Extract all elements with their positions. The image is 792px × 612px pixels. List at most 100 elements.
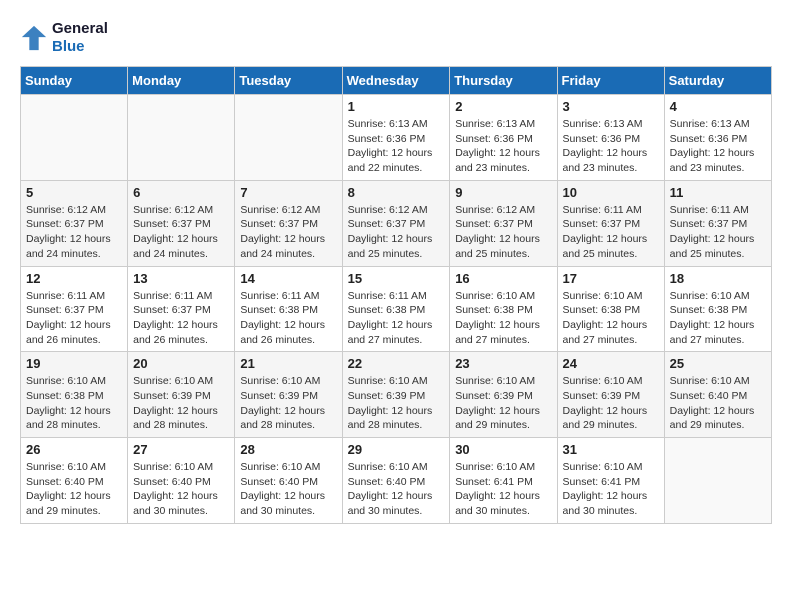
day-number: 28 [240, 442, 336, 457]
day-info: Sunrise: 6:11 AM Sunset: 6:38 PM Dayligh… [240, 289, 336, 348]
calendar-cell [21, 95, 128, 181]
day-info: Sunrise: 6:10 AM Sunset: 6:39 PM Dayligh… [133, 374, 229, 433]
day-number: 14 [240, 271, 336, 286]
day-number: 19 [26, 356, 122, 371]
weekday-header: Thursday [450, 67, 557, 95]
calendar-cell: 3Sunrise: 6:13 AM Sunset: 6:36 PM Daylig… [557, 95, 664, 181]
calendar-cell: 23 Sunrise: 6:10 AM Sunset: 6:39 PM Dayli… [450, 352, 557, 438]
day-info: Sunrise: 6:12 AM Sunset: 6:37 PM Dayligh… [26, 203, 122, 262]
day-info: Sunrise: 6:10 AM Sunset: 6:39 PM Dayligh… [455, 374, 551, 433]
day-info: Sunrise: 6:10 AM Sunset: 6:40 PM Dayligh… [670, 374, 766, 433]
calendar-cell: 26Sunrise: 6:10 AM Sunset: 6:40 PM Dayli… [21, 438, 128, 524]
calendar-cell: 30 Sunrise: 6:10 AM Sunset: 6:41 PM Dayli… [450, 438, 557, 524]
day-info: Sunrise: 6:10 AM Sunset: 6:40 PM Dayligh… [240, 460, 336, 519]
day-number: 11 [670, 185, 766, 200]
day-info: Sunrise: 6:10 AM Sunset: 6:38 PM Dayligh… [670, 289, 766, 348]
day-number: 25 [670, 356, 766, 371]
page-header: General Blue [20, 20, 772, 56]
day-number: 10 [563, 185, 659, 200]
day-info: Sunrise: 6:10 AM Sunset: 6:41 PM Dayligh… [455, 460, 551, 519]
day-number: 27 [133, 442, 229, 457]
day-info: Sunrise: 6:11 AM Sunset: 6:38 PM Dayligh… [348, 289, 445, 348]
day-number: 13 [133, 271, 229, 286]
calendar-cell: 17 Sunrise: 6:10 AM Sunset: 6:38 PM Dayli… [557, 266, 664, 352]
calendar-cell: 15Sunrise: 6:11 AM Sunset: 6:38 PM Dayli… [342, 266, 450, 352]
logo: General Blue [20, 20, 108, 56]
calendar-cell: 21Sunrise: 6:10 AM Sunset: 6:39 PM Dayli… [235, 352, 342, 438]
day-info: Sunrise: 6:12 AM Sunset: 6:37 PM Dayligh… [348, 203, 445, 262]
calendar-cell: 24 Sunrise: 6:10 AM Sunset: 6:39 PM Dayli… [557, 352, 664, 438]
day-info: Sunrise: 6:11 AM Sunset: 6:37 PM Dayligh… [26, 289, 122, 348]
day-number: 23 [455, 356, 551, 371]
day-number: 4 [670, 99, 766, 114]
day-number: 7 [240, 185, 336, 200]
day-info: Sunrise: 6:10 AM Sunset: 6:40 PM Dayligh… [26, 460, 122, 519]
day-info: Sunrise: 6:12 AM Sunset: 6:37 PM Dayligh… [133, 203, 229, 262]
weekday-header: Friday [557, 67, 664, 95]
day-info: Sunrise: 6:10 AM Sunset: 6:39 PM Dayligh… [563, 374, 659, 433]
calendar-cell: 25 Sunrise: 6:10 AM Sunset: 6:40 PM Dayli… [664, 352, 771, 438]
calendar-cell: 10 Sunrise: 6:11 AM Sunset: 6:37 PM Dayli… [557, 180, 664, 266]
day-number: 17 [563, 271, 659, 286]
calendar-cell: 13Sunrise: 6:11 AM Sunset: 6:37 PM Dayli… [128, 266, 235, 352]
day-info: Sunrise: 6:11 AM Sunset: 6:37 PM Dayligh… [670, 203, 766, 262]
day-number: 1 [348, 99, 445, 114]
day-number: 6 [133, 185, 229, 200]
day-number: 29 [348, 442, 445, 457]
day-info: Sunrise: 6:10 AM Sunset: 6:38 PM Dayligh… [563, 289, 659, 348]
calendar-cell [664, 438, 771, 524]
calendar-cell: 29 Sunrise: 6:10 AM Sunset: 6:40 PM Dayli… [342, 438, 450, 524]
calendar-cell: 31 Sunrise: 6:10 AM Sunset: 6:41 PM Dayli… [557, 438, 664, 524]
calendar-cell: 20 Sunrise: 6:10 AM Sunset: 6:39 PM Dayli… [128, 352, 235, 438]
calendar-cell: 8Sunrise: 6:12 AM Sunset: 6:37 PM Daylig… [342, 180, 450, 266]
day-info: Sunrise: 6:10 AM Sunset: 6:41 PM Dayligh… [563, 460, 659, 519]
day-number: 24 [563, 356, 659, 371]
day-number: 2 [455, 99, 551, 114]
calendar-cell: 18 Sunrise: 6:10 AM Sunset: 6:38 PM Dayli… [664, 266, 771, 352]
day-info: Sunrise: 6:10 AM Sunset: 6:40 PM Dayligh… [348, 460, 445, 519]
calendar-cell: 6 Sunrise: 6:12 AM Sunset: 6:37 PM Daylig… [128, 180, 235, 266]
calendar-cell [128, 95, 235, 181]
logo-line1: General [52, 20, 108, 38]
day-number: 20 [133, 356, 229, 371]
day-info: Sunrise: 6:10 AM Sunset: 6:38 PM Dayligh… [455, 289, 551, 348]
day-number: 31 [563, 442, 659, 457]
day-info: Sunrise: 6:11 AM Sunset: 6:37 PM Dayligh… [563, 203, 659, 262]
calendar-cell: 11 Sunrise: 6:11 AM Sunset: 6:37 PM Dayli… [664, 180, 771, 266]
day-info: Sunrise: 6:13 AM Sunset: 6:36 PM Dayligh… [563, 117, 659, 176]
calendar-week-row: 12 Sunrise: 6:11 AM Sunset: 6:37 PM Dayli… [21, 266, 772, 352]
day-number: 9 [455, 185, 551, 200]
day-info: Sunrise: 6:13 AM Sunset: 6:36 PM Dayligh… [670, 117, 766, 176]
calendar-week-row: 1 Sunrise: 6:13 AM Sunset: 6:36 PM Daylig… [21, 95, 772, 181]
day-number: 18 [670, 271, 766, 286]
day-info: Sunrise: 6:10 AM Sunset: 6:39 PM Dayligh… [348, 374, 445, 433]
calendar-header-row: SundayMondayTuesdayWednesdayThursdayFrid… [21, 67, 772, 95]
calendar-cell: 22Sunrise: 6:10 AM Sunset: 6:39 PM Dayli… [342, 352, 450, 438]
day-info: Sunrise: 6:13 AM Sunset: 6:36 PM Dayligh… [348, 117, 445, 176]
calendar-cell: 14 Sunrise: 6:11 AM Sunset: 6:38 PM Dayli… [235, 266, 342, 352]
weekday-header: Sunday [21, 67, 128, 95]
weekday-header: Tuesday [235, 67, 342, 95]
calendar-cell: 9Sunrise: 6:12 AM Sunset: 6:37 PM Daylig… [450, 180, 557, 266]
calendar-cell [235, 95, 342, 181]
calendar-week-row: 19 Sunrise: 6:10 AM Sunset: 6:38 PM Dayli… [21, 352, 772, 438]
day-number: 5 [26, 185, 122, 200]
weekday-header: Monday [128, 67, 235, 95]
calendar-cell: 19 Sunrise: 6:10 AM Sunset: 6:38 PM Dayli… [21, 352, 128, 438]
calendar-week-row: 26Sunrise: 6:10 AM Sunset: 6:40 PM Dayli… [21, 438, 772, 524]
calendar-cell: 4 Sunrise: 6:13 AM Sunset: 6:36 PM Daylig… [664, 95, 771, 181]
day-info: Sunrise: 6:10 AM Sunset: 6:40 PM Dayligh… [133, 460, 229, 519]
calendar-week-row: 5 Sunrise: 6:12 AM Sunset: 6:37 PM Daylig… [21, 180, 772, 266]
day-info: Sunrise: 6:12 AM Sunset: 6:37 PM Dayligh… [240, 203, 336, 262]
day-info: Sunrise: 6:10 AM Sunset: 6:38 PM Dayligh… [26, 374, 122, 433]
day-number: 12 [26, 271, 122, 286]
day-info: Sunrise: 6:13 AM Sunset: 6:36 PM Dayligh… [455, 117, 551, 176]
calendar-cell: 27 Sunrise: 6:10 AM Sunset: 6:40 PM Dayli… [128, 438, 235, 524]
day-number: 30 [455, 442, 551, 457]
weekday-header: Wednesday [342, 67, 450, 95]
day-number: 21 [240, 356, 336, 371]
logo-bird-icon [20, 24, 48, 52]
calendar-cell: 28 Sunrise: 6:10 AM Sunset: 6:40 PM Dayli… [235, 438, 342, 524]
day-number: 16 [455, 271, 551, 286]
calendar-cell: 5 Sunrise: 6:12 AM Sunset: 6:37 PM Daylig… [21, 180, 128, 266]
